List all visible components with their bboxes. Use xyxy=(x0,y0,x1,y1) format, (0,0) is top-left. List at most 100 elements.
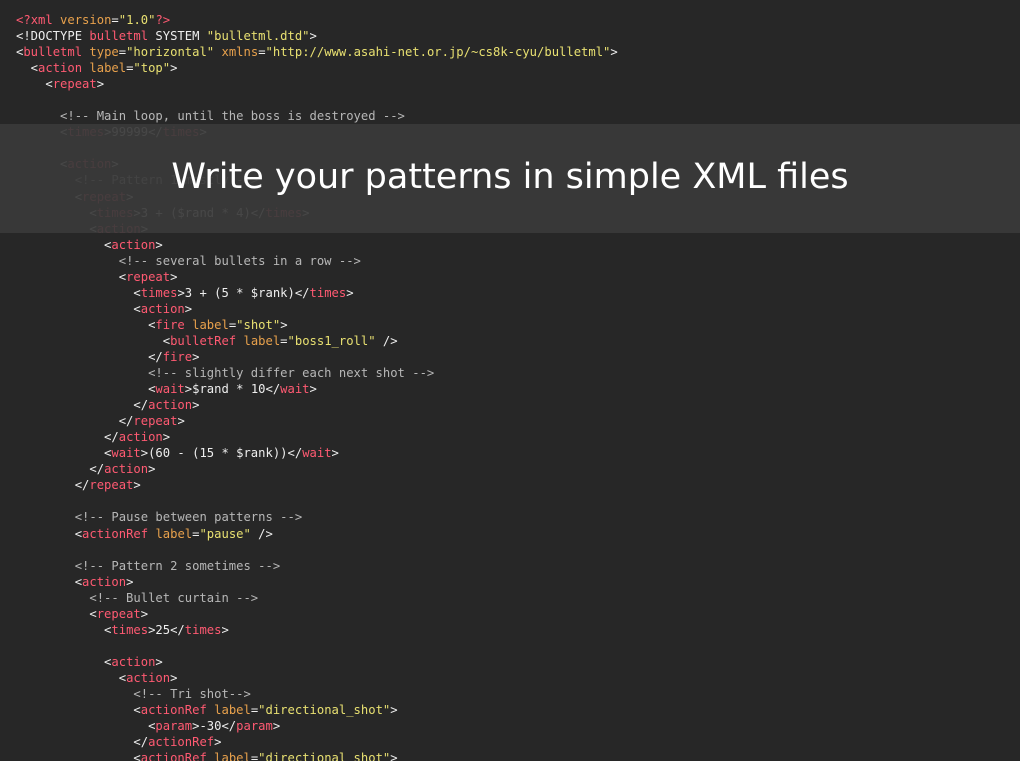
code-token: < xyxy=(16,382,156,397)
code-token: param xyxy=(155,719,193,734)
code-token: > xyxy=(331,446,339,461)
code-token: wait xyxy=(111,446,141,461)
code-token: <? xyxy=(16,13,31,27)
code-line: <action> xyxy=(16,301,618,317)
code-line: <!DOCTYPE bulletml SYSTEM "bulletml.dtd"… xyxy=(16,28,618,44)
code-line: </action> xyxy=(16,397,618,413)
code-token: fire xyxy=(162,349,193,364)
code-token: "shot" xyxy=(236,317,281,332)
code-token: </ xyxy=(16,478,90,493)
code-token: action xyxy=(82,574,127,589)
code-token: < xyxy=(16,285,141,300)
code-token: actionRef xyxy=(148,735,215,750)
code-token: > xyxy=(133,478,141,493)
code-token: xmlns xyxy=(221,45,259,60)
code-token: >25</ xyxy=(148,622,185,637)
code-token: "http://www.asahi-net.or.jp/~cs8k-cyu/bu… xyxy=(265,45,611,60)
code-token: < xyxy=(16,526,83,541)
code-token: = xyxy=(258,45,266,60)
code-token: < xyxy=(16,751,141,761)
code-line: <times>25</times> xyxy=(16,622,618,638)
code-token: action xyxy=(126,670,171,685)
code-line: <action label="top"> xyxy=(16,60,618,76)
code-token: > xyxy=(170,670,178,685)
code-token: < xyxy=(16,237,112,252)
code-token: label xyxy=(155,526,193,541)
code-token: > xyxy=(221,622,229,637)
code-token: < xyxy=(16,654,112,669)
code-token: > xyxy=(610,45,618,60)
code-token: type xyxy=(89,45,119,60)
code-line: </fire> xyxy=(16,349,618,365)
code-line: <?xml version="1.0"?> xyxy=(16,12,618,28)
banner-title: Write your patterns in simple XML files xyxy=(171,156,849,197)
code-token: "directional_shot" xyxy=(258,751,391,761)
code-token: > xyxy=(126,574,134,589)
code-token: repeat xyxy=(52,77,97,92)
code-token: > xyxy=(177,414,185,429)
code-token: >3 + (5 * $rank)</ xyxy=(177,285,310,300)
code-token: < xyxy=(16,703,141,718)
code-token: repeat xyxy=(133,414,178,429)
code-token: times xyxy=(111,622,149,637)
code-token: action xyxy=(104,462,149,477)
code-token: times xyxy=(140,285,178,300)
code-token: "top" xyxy=(133,61,171,76)
code-token: > xyxy=(214,735,222,750)
code-token: times xyxy=(184,622,222,637)
code-token: > xyxy=(140,606,149,621)
code-token: > xyxy=(280,317,288,332)
code-token: param xyxy=(236,719,273,734)
code-token: actionRef xyxy=(140,703,207,718)
code-token: bulletml xyxy=(23,45,83,60)
code-token: label xyxy=(243,333,281,348)
code-token: bulletml xyxy=(89,29,149,44)
code-token: label xyxy=(89,61,127,76)
code-token: <!-- Main loop, until the boss is destro… xyxy=(60,109,405,124)
code-token: > xyxy=(184,301,193,316)
code-token: > xyxy=(390,751,398,761)
code-token: SYSTEM xyxy=(148,29,207,44)
code-token: < xyxy=(16,333,171,348)
code-token: < xyxy=(16,606,97,621)
code-line: <repeat> xyxy=(16,269,618,285)
code-token: version xyxy=(60,13,112,27)
code-token: > xyxy=(148,462,156,477)
code-token: <!-- several bullets in a row --> xyxy=(118,253,361,268)
code-line: <!-- Pause between patterns --> xyxy=(16,509,618,525)
code-token: > xyxy=(170,61,178,76)
code-token: < xyxy=(16,446,112,461)
code-token: repeat xyxy=(126,269,171,284)
code-line: <!-- several bullets in a row --> xyxy=(16,253,618,269)
code-token: wait xyxy=(280,382,310,397)
code-token: >$rand * 10</ xyxy=(184,382,281,397)
code-token: > xyxy=(170,269,178,284)
code-token: < xyxy=(16,670,127,685)
code-token: xml xyxy=(30,13,53,27)
code-token: "pause" xyxy=(199,526,251,541)
code-token: > xyxy=(309,382,317,397)
code-token: < xyxy=(16,574,83,589)
code-token: "boss1_roll" xyxy=(287,333,376,348)
code-token: < xyxy=(16,622,112,637)
code-token: < xyxy=(16,719,156,734)
code-token: actionRef xyxy=(140,751,207,761)
code-token: /> xyxy=(250,526,273,541)
code-token: action xyxy=(111,237,156,252)
code-token: <!-- Pause between patterns --> xyxy=(74,510,303,525)
code-token: <!DOCTYPE xyxy=(16,29,90,44)
code-line: </actionRef> xyxy=(16,734,618,750)
code-line: <bulletml type="horizontal" xmlns="http:… xyxy=(16,44,618,60)
code-line: <bulletRef label="boss1_roll" /> xyxy=(16,333,618,349)
code-token: label xyxy=(214,751,251,761)
code-token: <!-- slightly differ each next shot --> xyxy=(148,366,435,381)
code-line: </repeat> xyxy=(16,477,618,493)
code-token: </ xyxy=(16,414,134,429)
